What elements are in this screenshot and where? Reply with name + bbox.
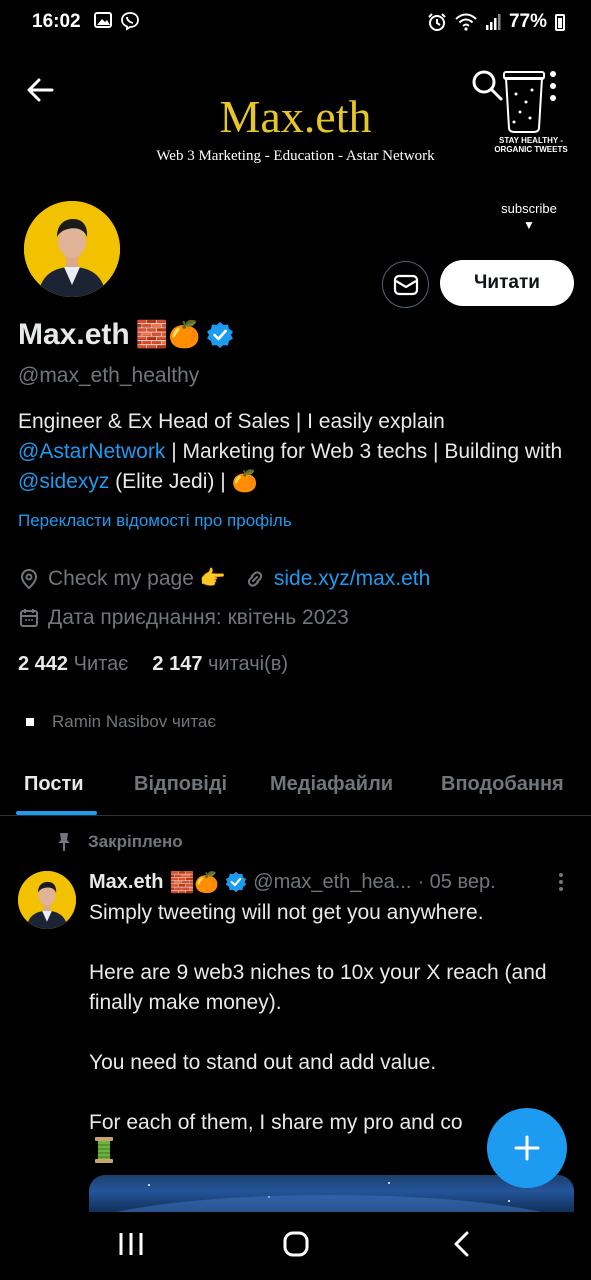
profile-banner: Max.eth Web 3 Marketing - Education - As… (0, 44, 591, 194)
bio-text-1: Engineer & Ex Head of Sales | I easily e… (18, 410, 445, 433)
bio-mention-astar[interactable]: @AstarNetwork (18, 440, 165, 463)
alarm-icon (428, 13, 446, 31)
following-count: 2 442 (18, 653, 69, 675)
following-label: Читає (73, 653, 129, 675)
calendar-icon (20, 609, 38, 627)
tweet-author-name[interactable]: Max.eth (89, 871, 163, 894)
follower-avatar-icon (26, 718, 34, 726)
profile-bio: Engineer & Ex Head of Sales | I easily e… (18, 407, 578, 497)
caret-down-icon: ▼ (523, 218, 535, 232)
message-button[interactable] (382, 261, 429, 308)
jar-logo-icon (503, 71, 545, 133)
viber-icon (121, 12, 139, 31)
banner-subscribe: subscribe ▼ (496, 201, 562, 232)
bio-mention-sidexyz[interactable]: @sidexyz (18, 470, 109, 493)
status-right: 77% (427, 11, 565, 33)
tweet-media-image[interactable] (89, 1175, 574, 1215)
home-icon[interactable] (282, 1230, 310, 1258)
battery-icon (555, 13, 565, 31)
profile-avatar[interactable] (21, 198, 123, 300)
profile-name-row: Max.eth 🧱🍊 (18, 318, 234, 352)
recent-apps-icon[interactable] (118, 1230, 144, 1258)
followers-count: 2 147 (152, 653, 203, 675)
location-text: Check my page 👉 (48, 567, 226, 590)
link-icon (247, 571, 263, 587)
search-icon[interactable] (470, 68, 504, 102)
pinned-label: Закріплено (88, 832, 183, 851)
thread-spool-icon (95, 1137, 113, 1163)
plus-icon (514, 1135, 540, 1161)
tab-likes[interactable]: Вподобання (441, 773, 564, 796)
follow-counts: 2 442 Читає 2 147 читачі(в) (18, 653, 288, 676)
avatar-portrait (24, 201, 120, 297)
pinned-indicator: Закріплено (56, 832, 183, 852)
followed-by-text: Ramin Nasibov читає (52, 712, 217, 731)
joined-text: Дата приєднання: квітень 2023 (48, 606, 349, 629)
followed-by[interactable]: Ramin Nasibov читає (26, 712, 216, 732)
tab-replies[interactable]: Відповіді (134, 773, 227, 796)
status-left-icons (94, 11, 140, 31)
space-image (103, 1182, 555, 1215)
tweet-verified-icon (226, 871, 247, 893)
profile-tabs: Пости Відповіді Медіафайли Вподобання (0, 760, 591, 816)
pin-icon (58, 833, 70, 851)
back-nav-icon[interactable] (450, 1230, 474, 1258)
status-bar: 16:02 77% (0, 0, 591, 44)
tweet-author-avatar[interactable] (18, 871, 76, 929)
location-pin-icon (20, 568, 38, 590)
profile-name: Max.eth (18, 318, 130, 351)
battery-percent: 77% (508, 11, 547, 32)
android-nav-bar (0, 1212, 591, 1280)
gallery-icon (94, 12, 112, 28)
following-count-link[interactable]: 2 442 Читає (18, 653, 128, 676)
profile-location-website: Check my page 👉 side.xyz/max.eth (18, 567, 430, 591)
signal-icon (485, 14, 501, 30)
followers-label: читачі(в) (208, 653, 289, 675)
verified-badge-icon[interactable] (206, 321, 234, 349)
name-emojis: 🧱🍊 (135, 320, 201, 350)
wifi-icon (455, 13, 477, 31)
tab-posts[interactable]: Пости (24, 773, 84, 796)
more-options-icon[interactable] (548, 70, 558, 102)
tweet-avatar-portrait (18, 871, 76, 929)
tweet-header: Max.eth 🧱🍊 @max_eth_hea... · 05 вер. (89, 870, 496, 894)
compose-button[interactable] (487, 1108, 567, 1188)
banner-badge-text: STAY HEALTHY - ORGANIC TWEETS (494, 136, 568, 154)
follow-button[interactable]: Читати (440, 260, 574, 306)
followers-count-link[interactable]: 2 147 читачі(в) (152, 653, 288, 676)
bio-text-2: | Marketing for Web 3 techs | Building w… (165, 440, 563, 463)
tweet-more-icon[interactable] (556, 872, 566, 892)
envelope-icon (393, 274, 418, 295)
website-link[interactable]: side.xyz/max.eth (274, 567, 430, 591)
profile-handle: @max_eth_healthy (18, 364, 200, 387)
tweet-text: Simply tweeting will not get you anywher… (89, 901, 547, 1134)
active-tab-indicator (16, 811, 97, 815)
tab-media[interactable]: Медіафайли (270, 773, 393, 796)
tweet-author-handle: @max_eth_hea... (253, 870, 412, 893)
bio-text-3: (Elite Jedi) | 🍊 (109, 470, 258, 493)
status-time: 16:02 (32, 11, 81, 32)
profile-joined: Дата приєднання: квітень 2023 (18, 606, 349, 630)
translate-bio-link[interactable]: Перекласти відомості про профіль (18, 511, 292, 531)
tweet-author-emojis: 🧱🍊 (169, 870, 220, 894)
tweet-date: · 05 вер. (417, 870, 496, 893)
subscribe-label: subscribe (501, 201, 557, 216)
